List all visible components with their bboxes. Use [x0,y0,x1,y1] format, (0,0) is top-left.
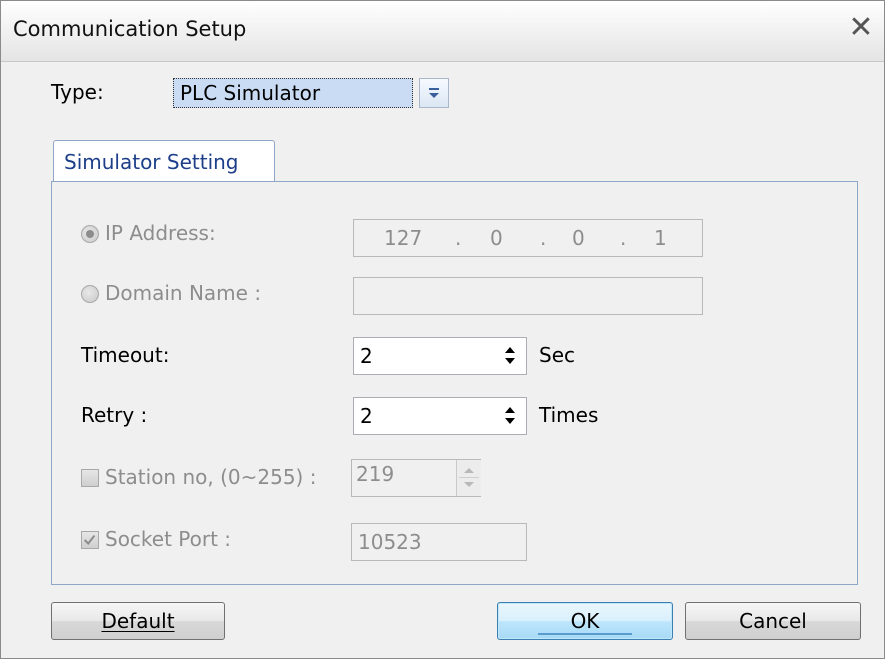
type-select[interactable]: PLC Simulator [173,78,413,108]
socket-port-value: 10523 [358,530,422,554]
cancel-button[interactable]: Cancel [685,602,861,640]
retry-unit: Times [539,403,599,427]
retry-stepper[interactable]: 2 [353,397,527,435]
checkmark-icon [83,534,96,546]
timeout-label: Timeout: [81,343,170,367]
domain-name-field [353,277,703,315]
retry-value: 2 [360,404,373,428]
title-bar[interactable]: Communication Setup ✕ [1,1,884,62]
ip-address-field: 127 . 0 . 0 . 1 [353,219,703,257]
ip-octet-1: 127 [384,226,423,250]
station-spin-box [456,460,481,496]
communication-setup-dialog: Communication Setup ✕ Type: PLC Simulato… [0,0,885,659]
spin-buttons[interactable] [504,406,516,426]
socket-port-field: 10523 [351,523,527,561]
ip-address-label: IP Address: [105,221,216,245]
spin-down-icon[interactable] [505,358,515,364]
ip-octet-4: 1 [654,226,667,250]
spin-divider [459,477,479,478]
close-button[interactable]: ✕ [846,13,876,43]
timeout-unit: Sec [539,343,575,367]
station-no-checkbox [81,469,99,487]
socket-port-label: Socket Port : [105,527,232,551]
ip-address-radio [81,225,99,243]
spin-up-icon[interactable] [505,347,515,353]
timeout-value: 2 [360,344,373,368]
spin-up-icon [464,468,474,473]
ip-separator: . [540,226,547,250]
spin-up-icon[interactable] [505,407,515,413]
station-no-value: 219 [356,462,395,486]
station-no-label: Station no, (0~255) : [105,465,317,489]
domain-name-radio [81,285,99,303]
type-label: Type: [51,80,104,104]
spin-buttons[interactable] [504,346,516,366]
spin-down-icon[interactable] [505,418,515,424]
type-dropdown-button[interactable] [419,78,449,108]
ip-octet-2: 0 [490,226,503,250]
retry-label: Retry : [81,403,148,427]
socket-port-checkbox [81,531,99,549]
ok-button-label: OK [570,609,600,633]
ip-octet-3: 0 [572,226,585,250]
radio-dot-icon [86,230,94,238]
timeout-stepper[interactable]: 2 [353,337,527,375]
ip-separator: . [620,226,627,250]
close-icon: ✕ [848,10,874,45]
cancel-button-label: Cancel [739,609,807,633]
default-button-label: Default [101,609,175,633]
window-title: Communication Setup [13,17,247,41]
ok-button[interactable]: OK [497,602,673,640]
default-button[interactable]: Default [51,602,225,640]
tab-simulator-setting[interactable]: Simulator Setting [53,140,275,182]
domain-name-label: Domain Name : [105,281,262,305]
station-no-stepper: 219 [351,459,481,497]
spin-down-icon [464,482,474,487]
chevron-down-icon [429,88,439,98]
ip-separator: . [455,226,462,250]
tab-label: Simulator Setting [64,150,239,174]
